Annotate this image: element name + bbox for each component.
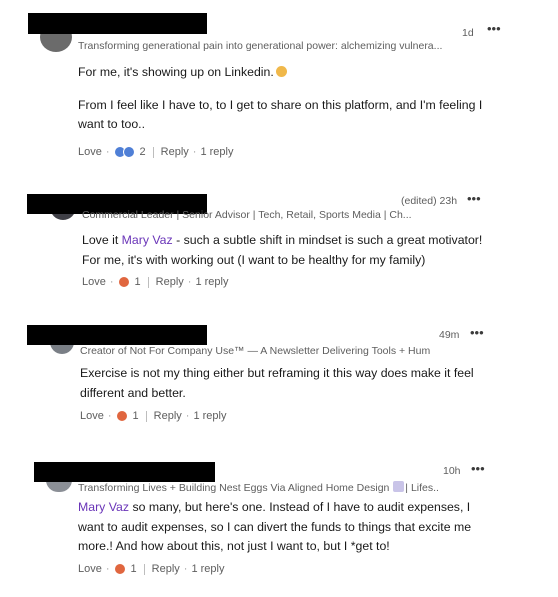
reply-button[interactable]: Reply — [152, 563, 180, 575]
headline-text: Transforming Lives + Building Nest Eggs … — [78, 482, 390, 494]
comment-time: (edited) 23h — [401, 195, 458, 207]
reactions[interactable] — [113, 563, 126, 575]
love-reaction-icon — [117, 276, 130, 288]
comment-actions: Love · 2 Reply · 1 reply — [78, 146, 233, 158]
author-headline: Transforming generational pain into gene… — [78, 40, 443, 52]
comment-text: Exercise is not my thing either but refr… — [80, 366, 474, 400]
more-horizontal-icon[interactable]: ••• — [487, 22, 501, 35]
love-button[interactable]: Love — [78, 146, 102, 158]
comment: 1d ••• Transforming generational pain in… — [0, 0, 558, 180]
reply-button[interactable]: Reply — [154, 410, 182, 422]
divider — [143, 563, 145, 575]
reply-count[interactable]: 1 reply — [200, 146, 233, 158]
comment-actions: Love · 1 Reply · 1 reply — [78, 563, 224, 575]
reaction-count[interactable]: 1 — [131, 563, 137, 575]
comment-text: so many, but here's one. Instead of I ha… — [78, 500, 472, 553]
separator-dot: · — [107, 410, 112, 422]
divider — [145, 410, 147, 422]
separator-dot: · — [187, 276, 192, 288]
separator-dot: · — [183, 563, 188, 575]
separator-dot: · — [185, 410, 190, 422]
reactions[interactable] — [117, 276, 130, 288]
love-button[interactable]: Love — [80, 410, 104, 422]
headline-text: | Lifes... — [405, 482, 438, 494]
separator-dot: · — [105, 146, 110, 158]
separator-dot: · — [192, 146, 197, 158]
reaction-count[interactable]: 2 — [140, 146, 146, 158]
separator-dot: · — [105, 563, 110, 575]
more-horizontal-icon[interactable]: ••• — [471, 462, 485, 475]
love-button[interactable]: Love — [78, 563, 102, 575]
comment-body: Exercise is not my thing either but refr… — [80, 364, 485, 403]
love-reaction-icon — [113, 563, 126, 575]
mention-link[interactable]: Mary Vaz — [78, 500, 129, 514]
more-horizontal-icon[interactable]: ••• — [467, 192, 481, 205]
comment-time: 10h — [443, 465, 461, 477]
comment-actions: Love · 1 Reply · 1 reply — [80, 410, 226, 422]
redacted-author-name — [28, 13, 207, 34]
comment: (edited) 23h ••• Commercial Leader | Sen… — [0, 180, 558, 310]
mention-link[interactable]: Mary Vaz — [122, 233, 173, 247]
reactions[interactable] — [115, 410, 128, 422]
reaction-count[interactable]: 1 — [133, 410, 139, 422]
love-reaction-icon — [115, 410, 128, 422]
separator-dot: · — [109, 276, 114, 288]
comment: 10h ••• Transforming Lives + Building Ne… — [0, 450, 558, 597]
reply-count[interactable]: 1 reply — [193, 410, 226, 422]
author-headline: Creator of Not For Company Use™ — A News… — [80, 345, 430, 357]
more-horizontal-icon[interactable]: ••• — [470, 326, 484, 339]
divider — [147, 276, 149, 288]
reply-button[interactable]: Reply — [156, 276, 184, 288]
comment-time: 49m — [439, 329, 460, 341]
comment-body: Mary Vaz so many, but here's one. Instea… — [78, 498, 498, 557]
reaction-count[interactable]: 1 — [135, 276, 141, 288]
divider — [152, 146, 154, 158]
reply-count[interactable]: 1 reply — [195, 276, 228, 288]
laughing-emoji-icon — [275, 66, 287, 77]
comment-body: For me, it's showing up on Linkedin. Fro… — [78, 63, 498, 135]
reply-count[interactable]: 1 reply — [191, 563, 224, 575]
sparkle-emoji-icon — [393, 481, 405, 492]
author-headline: Transforming Lives + Building Nest Eggs … — [78, 481, 438, 494]
comment-time: 1d — [462, 27, 474, 39]
redacted-author-name — [34, 462, 215, 482]
author-headline: Commercial Leader | Senior Advisor | Tec… — [82, 209, 412, 221]
comment-body: Love it Mary Vaz - such a subtle shift i… — [82, 231, 497, 270]
comment-actions: Love · 1 Reply · 1 reply — [82, 276, 228, 288]
comment-text: Love it — [82, 233, 122, 247]
redacted-author-name — [27, 325, 207, 345]
reply-button[interactable]: Reply — [161, 146, 189, 158]
reactions[interactable] — [113, 146, 135, 158]
comment-text: From I feel like I have to, to I get to … — [78, 97, 483, 132]
comment: 49m ••• Creator of Not For Company Use™ … — [0, 310, 558, 450]
like-reaction-icon — [122, 146, 135, 158]
love-button[interactable]: Love — [82, 276, 106, 288]
comment-text: For me, it's showing up on Linkedin. — [78, 65, 274, 79]
